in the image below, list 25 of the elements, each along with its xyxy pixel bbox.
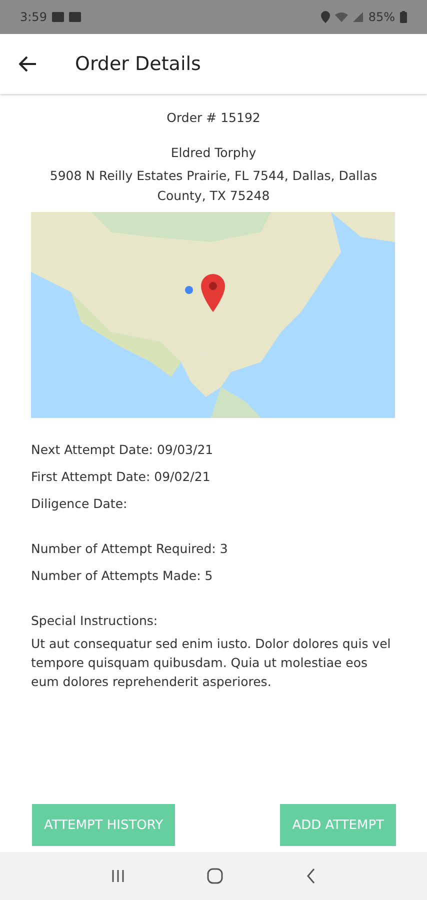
notification-icon bbox=[52, 12, 64, 22]
screen-title: Order Details bbox=[75, 53, 201, 75]
battery-icon bbox=[400, 11, 407, 23]
signal-icon bbox=[353, 12, 364, 22]
recent-apps-icon[interactable] bbox=[111, 869, 126, 883]
date-field: Next Attempt Date: 09/03/21 bbox=[31, 436, 396, 463]
notification-icon bbox=[68, 12, 81, 22]
customer-name: Eldred Torphy bbox=[170, 145, 258, 160]
battery-percent: 85% bbox=[368, 10, 395, 24]
clock: 3:59 bbox=[20, 10, 47, 24]
wifi-icon bbox=[335, 12, 348, 22]
attempt-history-button[interactable]: ATTEMPT HISTORY bbox=[32, 804, 176, 846]
attempt-count: Number of Attempt Required: 3 bbox=[31, 540, 229, 558]
instructions-label: Special Instructions: bbox=[31, 612, 159, 630]
back-icon[interactable] bbox=[306, 868, 316, 884]
attempt-count: Number of Attempts Made: 5 bbox=[31, 567, 214, 585]
back-arrow-icon[interactable] bbox=[19, 56, 37, 72]
customer-address: 5908 N Reilly Estates Prairie, FL 7544, Dallas, Dallas County, TX 75248 bbox=[48, 167, 378, 205]
location-icon bbox=[321, 11, 330, 23]
instructions-text: Ut aut consequatur sed enim iusto. Dolor dolores quis vel tempore quisquam quibusdam. Quia ut molestiae eos eum dolores reprehenderit asperiores. bbox=[31, 635, 392, 691]
add-attempt-button[interactable]: ADD ATTEMPT bbox=[280, 804, 396, 846]
order-number: Order # 15192 bbox=[166, 110, 262, 125]
date-field: Diligence Date: bbox=[31, 490, 396, 517]
date-field: First Attempt Date: 09/02/21 bbox=[31, 463, 396, 490]
home-icon[interactable] bbox=[207, 868, 224, 884]
